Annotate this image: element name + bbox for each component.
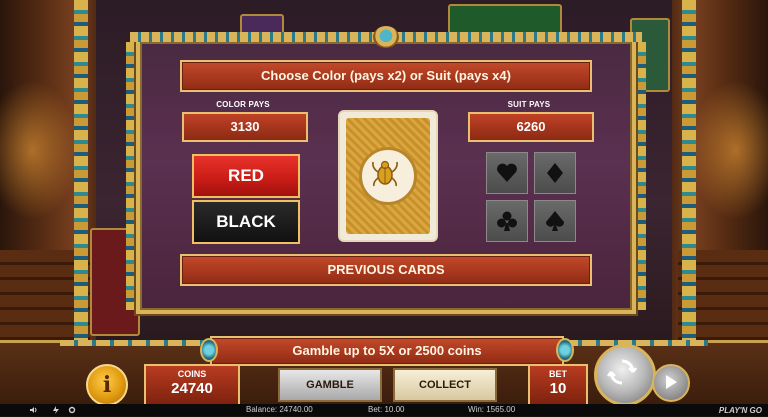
bet-value: 10 xyxy=(549,380,567,397)
left-torch-glow xyxy=(0,80,80,220)
gem-icon xyxy=(556,338,574,362)
clubs-icon xyxy=(497,211,517,231)
scarab-icon xyxy=(359,147,417,205)
gamble-info-bar: Gamble up to 5X or 2500 coins xyxy=(210,336,564,366)
bet-display[interactable]: BET 10 xyxy=(528,364,588,406)
previous-cards-bar: PREVIOUS CARDS xyxy=(180,254,592,286)
black-button[interactable]: BLACK xyxy=(192,200,300,244)
playngo-logo: PLAY'N GO xyxy=(718,406,762,415)
suit-pays-label: SUIT PAYS xyxy=(507,100,551,109)
sound-icon[interactable] xyxy=(30,406,38,414)
color-pays-value: 3130 xyxy=(182,112,308,142)
face-down-card xyxy=(338,110,438,242)
info-button[interactable]: i xyxy=(86,364,128,406)
status-bar: Balance: 24740.00 Bet: 10.00 Win: 1565.0… xyxy=(0,404,768,416)
spades-button[interactable] xyxy=(534,200,576,242)
hearts-icon xyxy=(497,163,517,182)
play-icon xyxy=(666,375,677,389)
reel-symbol xyxy=(630,18,670,92)
gem-icon xyxy=(200,338,218,362)
collect-button[interactable]: COLLECT xyxy=(393,368,497,402)
right-torch-glow xyxy=(688,80,768,220)
clubs-button[interactable] xyxy=(486,200,528,242)
gamble-title: Choose Color (pays x2) or Suit (pays x4) xyxy=(180,60,592,92)
hearts-button[interactable] xyxy=(486,152,528,194)
scarab-ornament-icon xyxy=(373,26,399,48)
spin-arrows-icon xyxy=(607,359,637,385)
balance-text: Balance: 24740.00 xyxy=(246,405,313,414)
bet-text: Bet: 10.00 xyxy=(368,405,405,414)
left-reel-pillar xyxy=(74,0,88,340)
settings-icon[interactable] xyxy=(68,406,76,414)
bet-label: BET xyxy=(549,369,567,379)
color-pays-label: COLOR PAYS xyxy=(216,100,270,109)
diamonds-icon xyxy=(547,163,563,183)
card-back-pattern xyxy=(346,118,430,234)
spades-icon xyxy=(545,211,565,231)
gamble-panel: Choose Color (pays x2) or Suit (pays x4)… xyxy=(126,26,646,314)
gamble-button[interactable]: GAMBLE xyxy=(278,368,382,402)
autoplay-button[interactable] xyxy=(652,364,690,402)
red-button[interactable]: RED xyxy=(192,154,300,198)
win-text: Win: 1565.00 xyxy=(468,405,516,414)
suit-pays-value: 6260 xyxy=(468,112,594,142)
coins-display[interactable]: COINS 24740 xyxy=(144,364,240,406)
coins-label: COINS xyxy=(177,369,207,379)
turbo-icon[interactable] xyxy=(52,406,60,414)
panel-left-border xyxy=(126,42,134,310)
coins-value: 24740 xyxy=(171,380,213,397)
diamonds-button[interactable] xyxy=(534,152,576,194)
spin-button[interactable] xyxy=(594,344,656,406)
panel-right-border xyxy=(638,42,646,310)
right-reel-pillar xyxy=(682,0,696,340)
